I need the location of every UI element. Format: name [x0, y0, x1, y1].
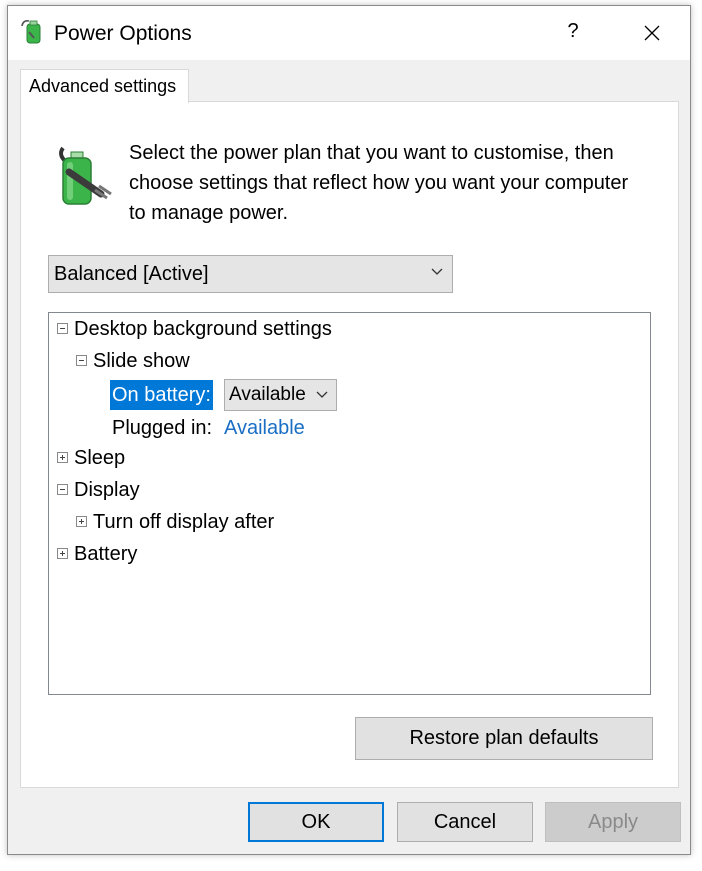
- on-battery-value: Available: [229, 384, 306, 405]
- cancel-button[interactable]: Cancel: [397, 802, 533, 842]
- apply-button: Apply: [545, 802, 681, 842]
- tree-item-display[interactable]: Display: [74, 476, 140, 504]
- settings-tree[interactable]: Desktop background settings Slide show O…: [48, 312, 651, 695]
- power-options-dialog: Power Options ? Advanced settings Select…: [7, 5, 691, 855]
- tab-advanced-settings[interactable]: Advanced settings: [20, 69, 189, 103]
- plugged-in-value-link[interactable]: Available: [224, 414, 305, 442]
- on-battery-dropdown[interactable]: Available: [224, 379, 337, 411]
- plugged-in-label: Plugged in:: [112, 417, 213, 439]
- close-button[interactable]: [634, 16, 670, 50]
- expand-icon[interactable]: [57, 452, 68, 463]
- on-battery-label[interactable]: On battery:: [110, 380, 213, 410]
- window-title: Power Options: [54, 22, 192, 45]
- collapse-icon[interactable]: [57, 484, 68, 495]
- tree-item-sleep[interactable]: Sleep: [74, 444, 125, 472]
- collapse-icon[interactable]: [57, 323, 68, 334]
- power-plan-dropdown[interactable]: Balanced [Active]: [48, 255, 453, 293]
- restore-plan-defaults-button[interactable]: Restore plan defaults: [355, 717, 653, 760]
- description-text: Select the power plan that you want to c…: [129, 142, 629, 224]
- tree-item-desktop-background[interactable]: Desktop background settings: [74, 315, 332, 343]
- chevron-down-icon: [431, 268, 443, 275]
- collapse-icon[interactable]: [76, 355, 87, 366]
- battery-plug-icon: [59, 146, 112, 205]
- power-plan-selected: Balanced [Active]: [54, 263, 209, 285]
- tree-item-slide-show[interactable]: Slide show: [93, 347, 190, 375]
- close-icon: [644, 25, 660, 41]
- ok-button[interactable]: OK: [248, 802, 384, 842]
- advanced-settings-panel: Select the power plan that you want to c…: [20, 101, 679, 788]
- chevron-down-icon: [316, 391, 328, 398]
- help-button[interactable]: ?: [558, 16, 588, 46]
- tree-item-battery[interactable]: Battery: [74, 540, 137, 568]
- power-options-icon: [21, 20, 41, 44]
- expand-icon[interactable]: [76, 516, 87, 527]
- title-bar: Power Options ?: [8, 6, 690, 60]
- tree-item-turn-off-display[interactable]: Turn off display after: [93, 508, 274, 536]
- expand-icon[interactable]: [57, 548, 68, 559]
